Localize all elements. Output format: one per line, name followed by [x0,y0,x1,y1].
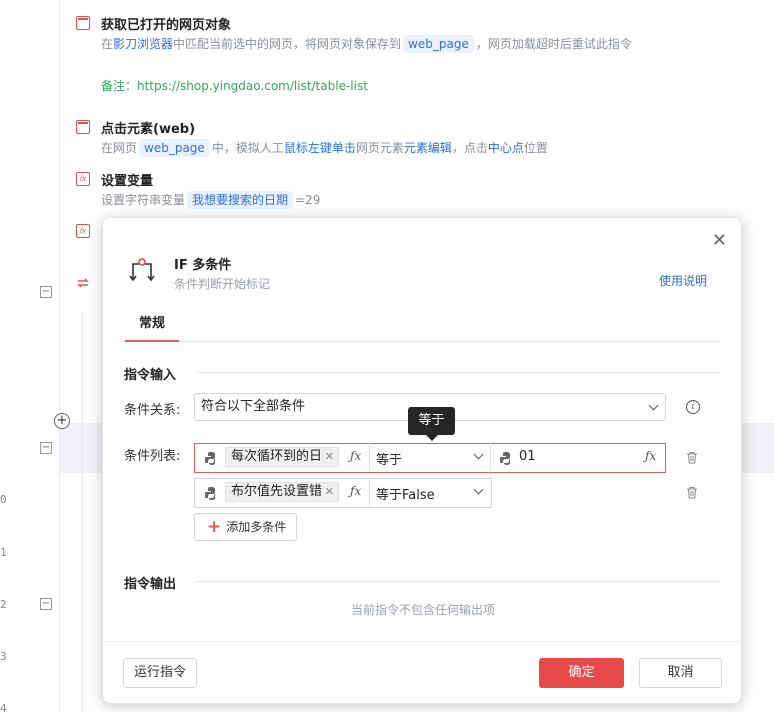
trash-icon[interactable] [686,451,698,464]
trash-icon[interactable] [686,486,698,499]
line-number: 2 [0,598,7,611]
fold-toggle-button[interactable]: − [40,598,52,610]
variable-chip[interactable]: 每次循环到的日 ✕ [225,447,339,467]
section-title-output: 指令输出 [124,577,177,592]
python-icon [205,487,215,500]
step-note: 备注：https://shop.yingdao.com/list/table-l… [101,79,368,93]
variable-tag[interactable]: 我想要搜索的日期 [187,191,294,209]
select-value: 符合以下全部条件 [201,399,306,414]
desc-text: 在 [101,37,114,51]
step-title: 获取已打开的网页对象 [101,18,232,33]
operator-select[interactable]: 等于False [370,478,490,506]
section-title-input: 指令输入 [124,368,177,383]
tab-bar: 常规 [123,314,719,342]
variable-tag[interactable]: web_page [139,139,210,157]
python-icon [205,452,215,465]
webpage-icon [76,16,90,30]
confirm-button[interactable]: 确定 [539,658,624,688]
fold-toggle-button[interactable]: − [40,442,52,454]
step-title: 设置变量 [101,174,154,189]
line-number: 0 [0,493,7,506]
operator-value: 等于 [376,453,403,468]
fold-toggle-button[interactable]: − [40,286,52,298]
remove-chip-icon[interactable]: ✕ [325,483,334,501]
function-icon: fx [76,172,90,186]
variable-tag[interactable]: web_page [403,35,474,53]
condition-value-input[interactable]: 01 [519,449,536,464]
chevron-down-icon [648,400,659,411]
click-element-icon [76,120,90,134]
fx-icon[interactable]: ƒx [645,449,656,463]
desc-text: ，网页加载超时后重试此指令 [475,37,632,51]
step-title: 点击元素(web) [101,122,196,137]
fx-icon[interactable]: ƒx [350,484,361,498]
loop-icon [76,276,90,290]
operator-tooltip: 等于 [408,407,455,441]
desc-text: 中匹配当前选中的网页，将网页对象保存到 [173,37,402,51]
desc-text: 网页元素 [355,141,404,155]
desc-link[interactable]: 元素编辑 [404,141,452,155]
nested-block-rail [82,312,83,712]
condition-relation-label: 条件关系: [124,403,181,418]
operator-value: 等于False [376,488,435,503]
tab-general[interactable]: 常规 [125,314,180,342]
info-icon[interactable]: i [686,400,700,414]
section-divider [196,372,720,373]
close-icon[interactable]: ✕ [712,230,727,251]
chip-label: 每次循环到的日 [231,449,323,464]
desc-text: 位置 [523,141,548,155]
plus-icon: + [207,517,222,537]
line-number: 4 [0,702,7,712]
footer-divider [103,641,741,642]
chip-label: 布尔值先设置错 [231,484,323,499]
desc-text: 设置字符串变量 [101,193,186,207]
step-description: 在影刀浏览器中匹配当前选中的网页，将网页对象保存到 web_page ，网页加载超时… [101,35,632,53]
desc-link[interactable]: 影刀浏览器 [113,37,173,51]
desc-text: 在网页 [101,141,138,155]
remove-chip-icon[interactable]: ✕ [325,448,334,466]
add-condition-label: 添加多条件 [226,520,287,534]
line-number: 1 [0,546,7,559]
insert-step-button[interactable]: + [54,413,70,429]
dialog-subtitle: 条件判断开始标记 [174,277,271,291]
step-description: 设置字符串变量 我想要搜索的日期 =29 [101,191,320,209]
desc-text: =29 [295,193,321,207]
fx-icon[interactable]: ƒx [350,449,361,463]
dialog-title: IF 多条件 [174,258,232,273]
if-branch-icon [127,256,157,284]
chevron-down-icon [473,449,484,460]
output-empty-message: 当前指令不包含任何输出项 [350,603,495,617]
run-command-button[interactable]: 运行指令 [123,658,197,688]
if-multi-condition-dialog: ✕ IF 多条件 条件判断开始标记 使用说明 常规 指令输入 条件关系: 符合以… [102,217,742,704]
operator-select[interactable]: 等于 [370,443,490,471]
condition-row: 每次循环到的日 ✕ ƒx 等于 01 ƒx [194,443,666,473]
desc-text: 中，模拟人工 [211,141,284,155]
desc-text: ，点击 [451,141,488,155]
cancel-button[interactable]: 取消 [639,658,722,688]
divider [490,443,491,471]
python-icon [500,452,510,465]
chevron-down-icon [473,484,484,495]
desc-link[interactable]: 鼠标左键单击 [284,141,356,155]
function-icon: fx [76,224,90,238]
section-divider [196,581,720,582]
gutter-rail [59,0,60,712]
help-link[interactable]: 使用说明 [659,272,707,289]
variable-chip[interactable]: 布尔值先设置错 ✕ [225,482,339,502]
condition-row: 布尔值先设置错 ✕ ƒx 等于False [194,478,492,508]
line-number: 3 [0,650,7,663]
add-condition-button[interactable]: + 添加多条件 [194,513,298,541]
step-description: 在网页 web_page 中，模拟人工鼠标左键单击网页元素元素编辑，点击中心点位置 [101,139,548,157]
desc-link[interactable]: 中心点 [488,141,524,155]
condition-list-label: 条件列表: [124,449,181,464]
